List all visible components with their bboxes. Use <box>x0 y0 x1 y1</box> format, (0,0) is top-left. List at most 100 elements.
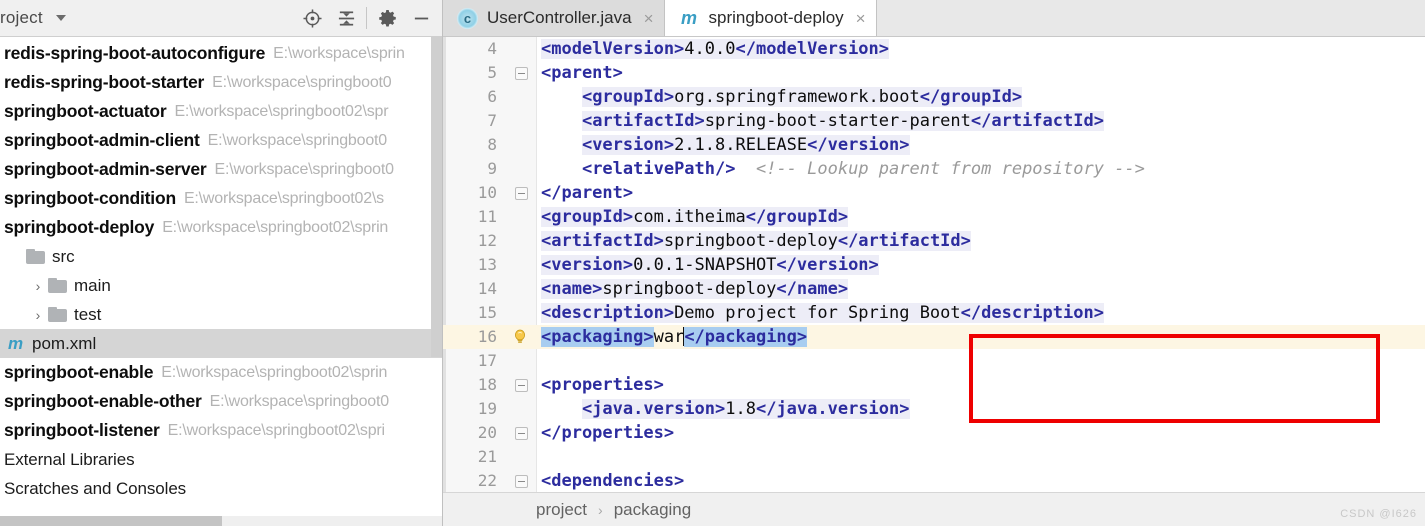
code-line[interactable]: 5 <parent> <box>443 61 1425 85</box>
code-line[interactable]: 7 <artifactId>spring-boot-starter-parent… <box>443 109 1425 133</box>
gear-icon[interactable] <box>370 3 404 33</box>
chevron-right-icon[interactable]: › <box>30 278 46 294</box>
code-text: <java.version>1.8</java.version> <box>581 399 910 419</box>
tree-node-path: E:\workspace\springboot0 <box>212 73 392 91</box>
tree-node-path: E:\workspace\springboot02\spri <box>167 421 385 439</box>
project-tool-window: roject redis-spring-boot-autoconfigure E… <box>0 0 443 526</box>
code-text: <packaging>war</packaging> <box>541 327 808 347</box>
code-line[interactable]: 4 <modelVersion>4.0.0</modelVersion> <box>443 37 1425 61</box>
line-number: 22 <box>477 471 497 490</box>
tree-node-label: redis-spring-boot-starter <box>4 72 205 92</box>
tree-row[interactable]: springboot-deploy E:\workspace\springboot… <box>0 213 442 242</box>
collapse-all-icon[interactable] <box>329 3 363 33</box>
code-text: <modelVersion>4.0.0</modelVersion> <box>541 39 890 59</box>
code-line[interactable]: 6 <groupId>org.springframework.boot</gro… <box>443 85 1425 109</box>
tree-row[interactable]: springboot-admin-server E:\workspace\spri… <box>0 155 442 184</box>
tree-row[interactable]: External Libraries <box>0 445 442 474</box>
line-number: 4 <box>487 39 497 58</box>
tree-node-label: springboot-admin-server <box>4 159 207 179</box>
project-tree[interactable]: redis-spring-boot-autoconfigure E:\worksp… <box>0 37 442 526</box>
code-fold-toggle-icon[interactable] <box>515 379 528 392</box>
code-text: </parent> <box>541 183 634 203</box>
line-number: 19 <box>477 399 497 418</box>
project-panel-hscroll-thumb[interactable] <box>0 516 222 526</box>
tree-row[interactable]: src <box>0 242 442 271</box>
tree-node-label: springboot-condition <box>4 188 176 208</box>
line-number: 7 <box>487 111 497 130</box>
chevron-right-icon[interactable]: › <box>30 307 46 323</box>
close-icon[interactable]: × <box>856 10 866 27</box>
breadcrumb-item[interactable]: project <box>536 500 587 520</box>
tree-node-path: E:\workspace\springboot02\s <box>183 189 384 207</box>
tree-row[interactable]: m pom.xml <box>0 329 442 358</box>
editor-area: c UserController.java × m springboot-deploy ×… <box>443 0 1425 526</box>
code-text: <relativePath/> <!-- Lookup parent from … <box>581 159 1145 179</box>
code-text: <name>springboot-deploy</name> <box>541 279 849 299</box>
tree-node-label: pom.xml <box>32 333 97 353</box>
code-line[interactable]: 16 <packaging>war</packaging> <box>443 325 1425 349</box>
tree-node-path: E:\workspace\springboot0 <box>214 160 395 178</box>
code-editor[interactable]: 4 <modelVersion>4.0.0</modelVersion> 5 <par… <box>443 37 1425 492</box>
close-icon[interactable]: × <box>644 10 654 27</box>
tree-node-path: E:\workspace\springboot0 <box>209 392 390 410</box>
code-fold-toggle-icon[interactable] <box>515 475 528 488</box>
tree-row[interactable]: springboot-enable-other E:\workspace\spri… <box>0 387 442 416</box>
code-line[interactable]: 12 <artifactId>springboot-deploy</artifac… <box>443 229 1425 253</box>
editor-tab-label: UserController.java <box>487 8 632 27</box>
line-number: 8 <box>487 135 497 154</box>
intention-bulb-icon[interactable] <box>511 328 529 346</box>
editor-tab[interactable]: c UserController.java × <box>443 0 665 36</box>
tree-node-path: E:\workspace\springboot0 <box>207 131 388 149</box>
chevron-down-icon[interactable] <box>55 15 66 21</box>
code-line[interactable]: 20 </properties> <box>443 421 1425 445</box>
tree-row[interactable]: › test <box>0 300 442 329</box>
code-text: <artifactId>spring-boot-starter-parent</… <box>581 111 1104 131</box>
tree-node-label: main <box>74 275 111 295</box>
code-line[interactable]: 17 <box>443 349 1425 373</box>
code-line[interactable]: 13 <version>0.0.1-SNAPSHOT</version> <box>443 253 1425 277</box>
tree-row[interactable]: springboot-condition E:\workspace\springb… <box>0 184 442 213</box>
line-number: 9 <box>487 159 497 178</box>
code-fold-toggle-icon[interactable] <box>515 427 528 440</box>
code-line[interactable]: 9 <relativePath/> <!-- Lookup parent fro… <box>443 157 1425 181</box>
tree-row[interactable]: springboot-enable E:\workspace\springboot… <box>0 358 442 387</box>
code-line[interactable]: 15 <description>Demo project for Spring B… <box>443 301 1425 325</box>
code-line[interactable]: 19 <java.version>1.8</java.version> <box>443 397 1425 421</box>
project-panel-scrollbar[interactable] <box>431 37 442 357</box>
tree-row[interactable]: springboot-listener E:\workspace\springbo… <box>0 416 442 445</box>
code-text: <version>0.0.1-SNAPSHOT</version> <box>541 255 879 275</box>
tree-node-label: springboot-enable <box>4 362 154 382</box>
maven-icon: m <box>680 7 697 28</box>
code-lines-container: 4 <modelVersion>4.0.0</modelVersion> 5 <par… <box>443 37 1425 492</box>
tree-row[interactable]: springboot-actuator E:\workspace\springbo… <box>0 97 442 126</box>
code-line[interactable]: 14 <name>springboot-deploy</name> <box>443 277 1425 301</box>
code-line[interactable]: 10 </parent> <box>443 181 1425 205</box>
code-line[interactable]: 18 <properties> <box>443 373 1425 397</box>
tree-node-label: Scratches and Consoles <box>4 478 187 498</box>
line-number: 13 <box>477 255 497 274</box>
tree-row[interactable]: Scratches and Consoles <box>0 474 442 503</box>
editor-tab[interactable]: m springboot-deploy × <box>664 0 877 36</box>
line-number: 10 <box>477 183 497 202</box>
tree-node-label: springboot-enable-other <box>4 391 202 411</box>
tree-row[interactable]: › main <box>0 271 442 300</box>
breadcrumb-item[interactable]: packaging <box>614 500 692 520</box>
code-line[interactable]: 11 <groupId>com.itheima</groupId> <box>443 205 1425 229</box>
code-line[interactable]: 8 <version>2.1.8.RELEASE</version> <box>443 133 1425 157</box>
line-number: 5 <box>487 63 497 82</box>
line-number: 18 <box>477 375 497 394</box>
locate-icon[interactable] <box>295 3 329 33</box>
code-line[interactable]: 21 <box>443 445 1425 469</box>
code-fold-toggle-icon[interactable] <box>515 187 528 200</box>
editor-scrollbar[interactable] <box>1419 74 1425 492</box>
code-fold-toggle-icon[interactable] <box>515 67 528 80</box>
tree-row[interactable]: redis-spring-boot-starter E:\workspace\sp… <box>0 68 442 97</box>
code-text: <version>2.1.8.RELEASE</version> <box>581 135 910 155</box>
tree-node-path: E:\workspace\springboot02\sprin <box>162 218 389 236</box>
folder-icon <box>48 307 67 322</box>
maven-icon: m <box>8 333 24 353</box>
code-line[interactable]: 22 <dependencies> <box>443 469 1425 492</box>
minimize-icon[interactable] <box>404 3 438 33</box>
tree-row[interactable]: redis-spring-boot-autoconfigure E:\worksp… <box>0 39 442 68</box>
tree-row[interactable]: springboot-admin-client E:\workspace\spri… <box>0 126 442 155</box>
